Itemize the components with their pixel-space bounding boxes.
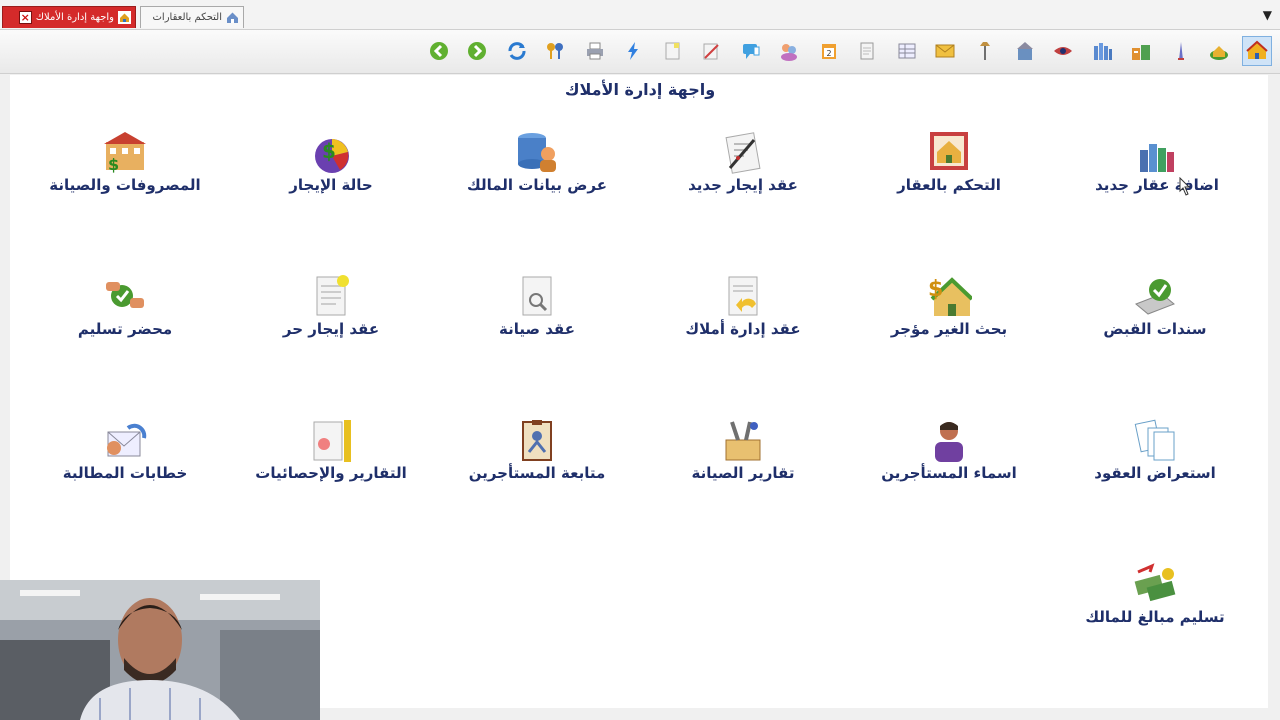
- tools-box-icon: [720, 418, 766, 464]
- add-property-button[interactable]: اضافة عقار جديد: [1062, 130, 1252, 200]
- unrented-search-button[interactable]: $ بحث الغير مؤجر: [854, 274, 1044, 344]
- calendar-icon[interactable]: 2: [814, 36, 844, 66]
- property-control-button[interactable]: التحكم بالعقار: [854, 130, 1044, 200]
- tenant-names-button[interactable]: اسماء المستأجرين: [854, 418, 1044, 488]
- tab-bar: واجهة إدارة الأملاك × التحكم بالعقارات ▼: [0, 0, 1280, 30]
- buildings-icon[interactable]: [1126, 36, 1156, 66]
- tab-property-interface[interactable]: واجهة إدارة الأملاك ×: [2, 6, 136, 28]
- doc-return-icon: [720, 274, 766, 320]
- new-lease-button[interactable]: عقد إيجار جديد: [648, 130, 838, 200]
- lease-status-button[interactable]: $ حالة الإيجار: [236, 130, 426, 200]
- property-management-contract-button[interactable]: عقد إدارة أملاك: [648, 274, 838, 344]
- doc-highlight-icon: [308, 274, 354, 320]
- chat-icon[interactable]: [736, 36, 766, 66]
- tenant-tracking-button[interactable]: متابعة المستأجرين: [442, 418, 632, 488]
- person-icon: [926, 418, 972, 464]
- clipboard-person-icon: [514, 418, 560, 464]
- svg-text:2: 2: [826, 49, 831, 58]
- refresh-icon[interactable]: [502, 36, 532, 66]
- receipts-button[interactable]: سندات القبض: [1060, 274, 1250, 344]
- house-eye-icon[interactable]: [1048, 36, 1078, 66]
- city-icon[interactable]: [1088, 36, 1118, 66]
- tab-label: التحكم بالعقارات: [152, 12, 222, 23]
- doc-magnifier-icon: [514, 274, 560, 320]
- svg-text:$: $: [108, 155, 119, 174]
- maintenance-reports-button[interactable]: تقارير الصيانة: [648, 418, 838, 488]
- svg-text:$: $: [322, 139, 336, 163]
- doc-icon[interactable]: [852, 36, 882, 66]
- lightning-icon[interactable]: [618, 36, 648, 66]
- report-ruler-icon: [308, 418, 354, 464]
- back-icon[interactable]: [424, 36, 454, 66]
- note-icon[interactable]: [658, 36, 688, 66]
- reports-statistics-button[interactable]: التقارير والإحصائيات: [236, 418, 426, 488]
- svg-text:$: $: [928, 277, 943, 302]
- house-dollar-icon: $: [926, 274, 974, 320]
- contract-pen-icon: [720, 130, 766, 176]
- money-transfer-icon: [1132, 562, 1178, 608]
- receipt-check-icon: [1132, 274, 1178, 320]
- grid-icon[interactable]: [892, 36, 922, 66]
- maintenance-contract-button[interactable]: عقد صيانة: [442, 274, 632, 344]
- webcam-overlay: [0, 580, 320, 720]
- money-house-icon[interactable]: [1204, 36, 1234, 66]
- house-stack-icon[interactable]: [1010, 36, 1040, 66]
- toolbar: 2: [0, 30, 1280, 74]
- buildings-icon: [1134, 130, 1180, 176]
- close-icon[interactable]: ×: [18, 11, 32, 24]
- handover-icon: [102, 274, 148, 320]
- edit-icon[interactable]: [696, 36, 726, 66]
- handover-report-button[interactable]: محضر تسليم: [30, 274, 220, 344]
- mail-icon[interactable]: [930, 36, 960, 66]
- users-icon[interactable]: [774, 36, 804, 66]
- home-icon[interactable]: [1242, 36, 1272, 66]
- mouse-cursor-icon: [1176, 176, 1192, 203]
- database-user-icon: [514, 130, 560, 176]
- owner-payout-button[interactable]: تسليم مبالغ للمالك: [1060, 562, 1250, 632]
- owner-data-button[interactable]: عرض بيانات المالك: [442, 130, 632, 200]
- letter-icon: [102, 418, 148, 464]
- tower-icon[interactable]: [1166, 36, 1196, 66]
- claim-letters-button[interactable]: خطابات المطالبة: [30, 418, 220, 488]
- print-icon[interactable]: [580, 36, 610, 66]
- chevron-down-icon[interactable]: ▼: [1263, 8, 1272, 22]
- house-money-icon: $: [102, 130, 148, 176]
- money-pie-icon: $: [308, 130, 354, 176]
- tab-label: واجهة إدارة الأملاك: [35, 12, 114, 23]
- tab-property-control[interactable]: التحكم بالعقارات: [140, 6, 244, 28]
- documents-icon: [1132, 418, 1178, 464]
- home-icon: [118, 11, 131, 24]
- home-icon: [226, 11, 239, 24]
- page-title: واجهة إدارة الأملاك: [564, 80, 716, 99]
- browse-contracts-button[interactable]: استعراض العقود: [1060, 418, 1250, 488]
- house-frame-icon: [926, 130, 972, 176]
- keys-icon[interactable]: [540, 36, 570, 66]
- lamp-icon[interactable]: [970, 36, 1000, 66]
- expenses-maintenance-button[interactable]: $ المصروفات والصيانة: [30, 130, 220, 200]
- forward-icon[interactable]: [462, 36, 492, 66]
- free-lease-contract-button[interactable]: عقد إيجار حر: [236, 274, 426, 344]
